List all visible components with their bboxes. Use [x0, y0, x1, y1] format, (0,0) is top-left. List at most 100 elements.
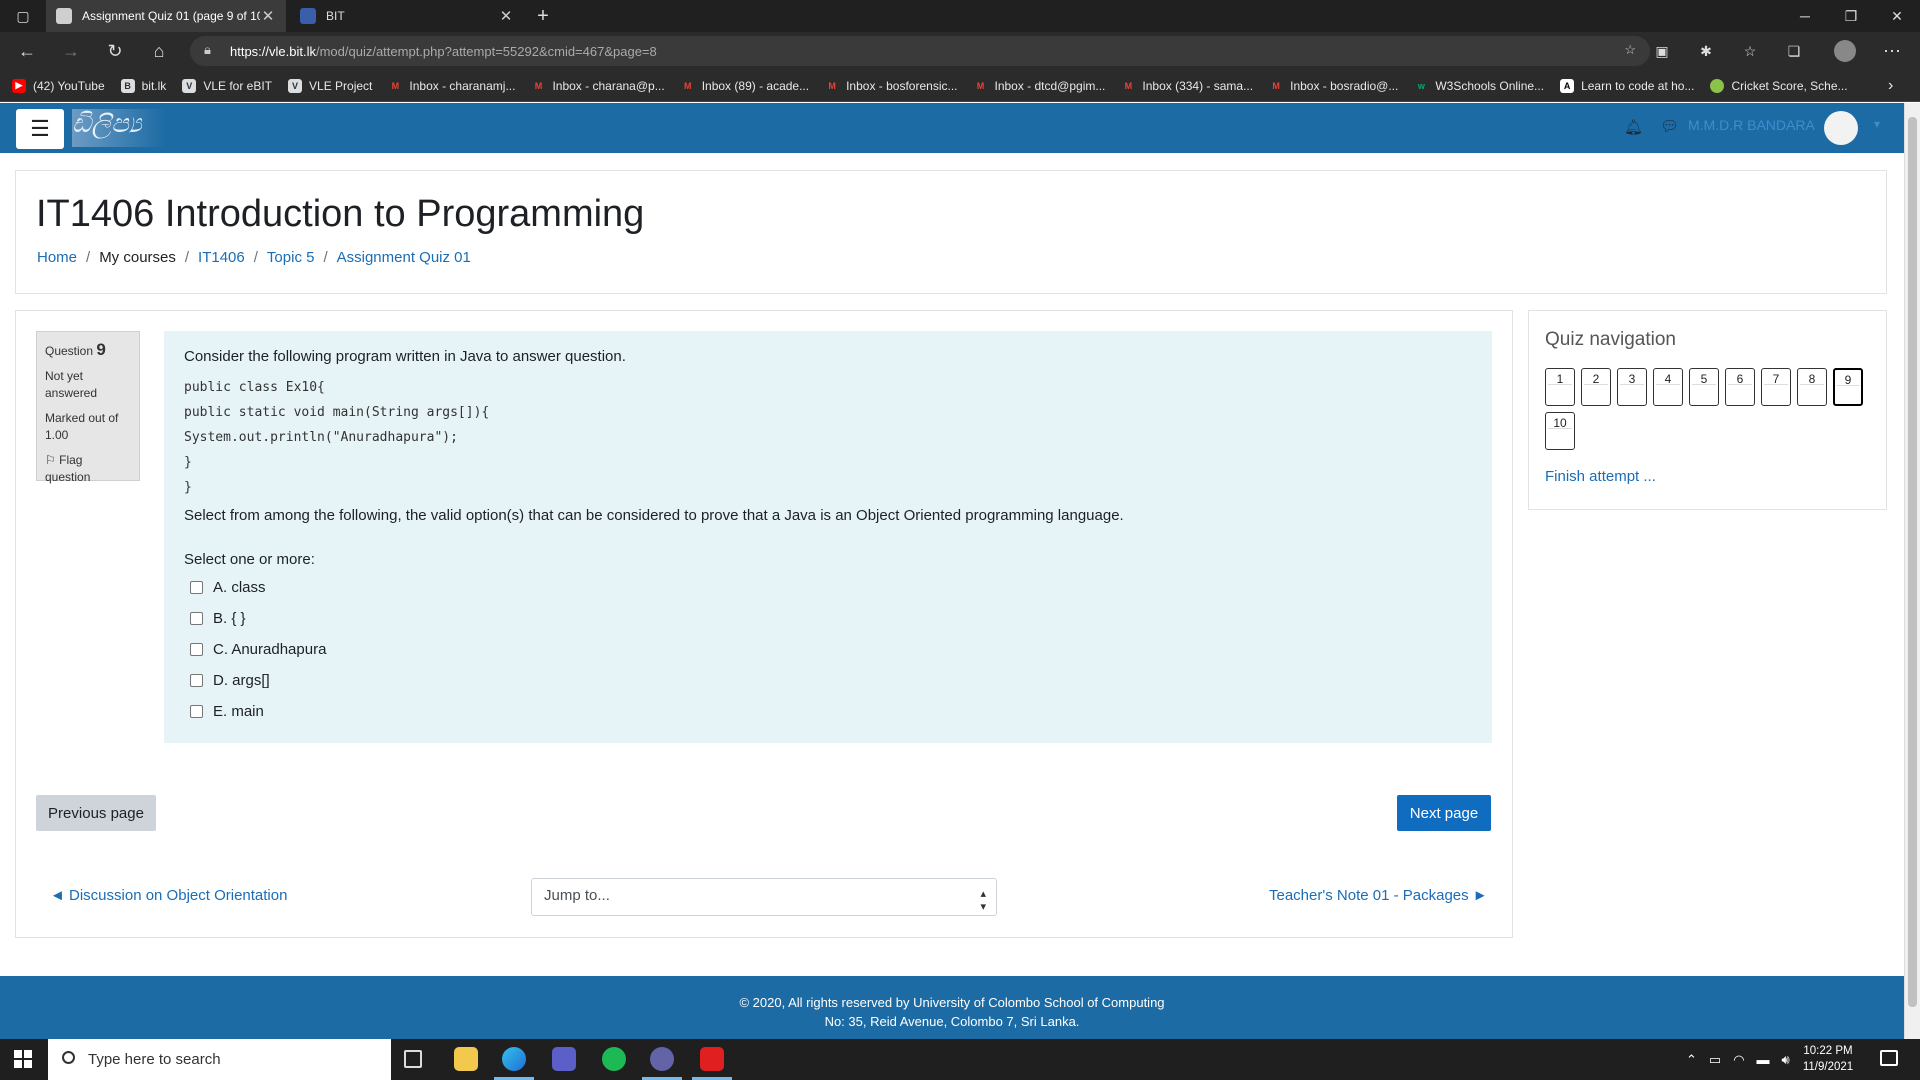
browser-title-bar: ▢ Assignment Quiz 01 (page 9 of 10) ✕ BI… [0, 0, 1920, 32]
profile-icon[interactable] [1828, 32, 1862, 70]
bookmark-vle-project[interactable]: V VLE Project [288, 78, 372, 93]
next-activity-link[interactable]: Teacher's Note 01 - Packages ► [1269, 887, 1488, 904]
quiz-nav-button-3[interactable]: 3 [1617, 368, 1647, 406]
reload-icon[interactable]: ↻ [98, 32, 132, 70]
breadcrumb-quiz[interactable]: Assignment Quiz 01 [337, 249, 471, 266]
teams-classic-icon[interactable] [650, 1047, 674, 1071]
more-bookmarks-icon[interactable]: › [1888, 77, 1893, 95]
task-view-icon[interactable] [404, 1050, 422, 1068]
close-tab-icon[interactable]: ✕ [498, 7, 514, 25]
quiz-nav-button-10[interactable]: 10 [1545, 412, 1575, 450]
volume-icon[interactable]: 🔊︎ [1782, 1052, 1790, 1068]
site-logo[interactable]: ඩිලිප්‍ය [72, 109, 166, 147]
quiz-nav-button-4[interactable]: 4 [1653, 368, 1683, 406]
wifi-icon[interactable]: ◠ [1733, 1052, 1744, 1068]
bookmark-gmail[interactable]: M Inbox (334) - sama... [1121, 79, 1253, 93]
address-bar[interactable]: 🔒︎ https://vle.bit.lk/mod/quiz/attempt.p… [190, 36, 1650, 66]
page-scrollbar[interactable] [1904, 103, 1920, 1039]
next-page-button[interactable]: Next page [1397, 795, 1491, 831]
back-icon[interactable]: ← [10, 32, 44, 70]
vle-icon: V [288, 78, 303, 93]
tab-actions-icon[interactable]: ▢ [0, 0, 46, 32]
finish-attempt-link[interactable]: Finish attempt ... [1545, 468, 1656, 485]
favorites-icon[interactable]: ☆ [1733, 32, 1767, 70]
bookmark-freecodecamp[interactable]: A Learn to code at ho... [1560, 78, 1694, 93]
quiz-nav-button-5[interactable]: 5 [1689, 368, 1719, 406]
puzzle-icon[interactable]: ✱ [1689, 32, 1723, 70]
bookmark-vle-ebit[interactable]: V VLE for eBIT [182, 78, 272, 93]
extension-icon[interactable]: ▣ [1645, 32, 1679, 70]
collections-icon[interactable]: ❏ [1777, 32, 1811, 70]
close-window-icon[interactable]: ✕ [1874, 0, 1920, 32]
bookmark-gmail[interactable]: M Inbox - charanamj... [388, 79, 516, 93]
chevron-down-icon[interactable]: ▾ [1874, 117, 1880, 131]
answer-option-c[interactable]: C. Anuradhapura [184, 634, 1472, 665]
menu-toggle-button[interactable]: ☰ [16, 109, 64, 149]
breadcrumb-home[interactable]: Home [37, 249, 77, 266]
jump-to-select[interactable]: Jump to... ▴ ▾ [531, 878, 997, 916]
quiz-nav-button-7[interactable]: 7 [1761, 368, 1791, 406]
breadcrumb-course[interactable]: IT1406 [198, 249, 245, 266]
quiz-nav-button-1[interactable]: 1 [1545, 368, 1575, 406]
acrobat-icon[interactable] [700, 1047, 724, 1071]
avatar[interactable] [1824, 111, 1858, 145]
checkbox[interactable] [190, 612, 203, 625]
checkbox[interactable] [190, 643, 203, 656]
add-favorite-icon[interactable]: ☆ [1624, 42, 1636, 58]
checkbox[interactable] [190, 674, 203, 687]
quiz-nav-button-2[interactable]: 2 [1581, 368, 1611, 406]
teams-icon[interactable] [552, 1047, 576, 1071]
question-state: Not yet answered [45, 369, 98, 400]
clock-time: 10:22 PM [1803, 1045, 1853, 1057]
restore-icon[interactable]: ❐ [1828, 0, 1874, 32]
chat-icon[interactable]: 💬︎ [1660, 117, 1679, 135]
bookmark-bitlk[interactable]: Bbit.lk [120, 78, 167, 93]
bookmark-gmail[interactable]: M Inbox - dtcd@pgim... [973, 79, 1106, 93]
bookmark-gmail[interactable]: M Inbox - bosforensic... [825, 79, 957, 93]
taskbar-search-input[interactable]: Type here to search [48, 1039, 391, 1080]
answer-option-a[interactable]: A. class [184, 572, 1472, 603]
battery-icon[interactable]: ▬ [1757, 1052, 1770, 1067]
notification-icon[interactable] [1880, 1050, 1898, 1066]
gmail-icon: M [828, 80, 836, 91]
user-name[interactable]: M.M.D.R BANDARA [1688, 117, 1815, 133]
flag-question-link[interactable]: ⚐ Flag question [45, 452, 131, 486]
new-tab-button[interactable]: + [520, 0, 566, 32]
close-tab-icon[interactable]: ✕ [260, 7, 276, 25]
edge-icon[interactable] [502, 1047, 526, 1071]
gmail-icon: M [976, 80, 985, 91]
bookmark-w3schools[interactable]: w W3Schools Online... [1414, 79, 1544, 93]
answer-option-e[interactable]: E. main [184, 696, 1472, 727]
bookmark-gmail[interactable]: M Inbox - bosradio@... [1269, 79, 1398, 93]
taskbar-clock[interactable]: 10:22 PM 11/9/2021 [1796, 1043, 1860, 1075]
tab-bit[interactable]: BIT ✕ [290, 0, 524, 32]
bookmark-youtube[interactable]: ▶ (42) YouTube [12, 78, 105, 93]
windows-start-icon[interactable] [14, 1050, 32, 1068]
minimize-icon[interactable]: ─ [1782, 0, 1828, 32]
bookmark-label: bit.lk [141, 78, 167, 93]
file-explorer-icon[interactable] [454, 1047, 478, 1071]
chevron-up-icon[interactable]: ⌃ [1686, 1052, 1697, 1068]
answer-option-b[interactable]: B. { } [184, 603, 1472, 634]
quiz-nav-button-8[interactable]: 8 [1797, 368, 1827, 406]
quiz-nav-button-6[interactable]: 6 [1725, 368, 1755, 406]
previous-page-button[interactable]: Previous page [36, 795, 156, 831]
tab-assignment-quiz[interactable]: Assignment Quiz 01 (page 9 of 10) ✕ [46, 0, 286, 32]
bookmark-cricket[interactable]: Cricket Score, Sche... [1710, 78, 1848, 93]
scrollbar-thumb[interactable] [1908, 117, 1917, 1007]
bookmark-gmail[interactable]: M Inbox - charana@p... [531, 79, 665, 93]
previous-activity-link[interactable]: ◄ Discussion on Object Orientation [50, 887, 287, 904]
home-icon[interactable]: ⌂ [142, 32, 176, 70]
bell-icon[interactable]: 🔔︎ [1624, 118, 1643, 136]
checkbox[interactable] [190, 581, 203, 594]
bookmark-gmail[interactable]: M Inbox (89) - acade... [681, 79, 809, 93]
answer-option-d[interactable]: D. args[] [184, 665, 1472, 696]
forward-icon[interactable]: → [54, 32, 88, 70]
breadcrumb-topic[interactable]: Topic 5 [267, 249, 315, 266]
more-icon[interactable]: ⋯ [1875, 32, 1909, 70]
checkbox[interactable] [190, 705, 203, 718]
quiz-nav-button-9-current[interactable]: 9 [1833, 368, 1863, 406]
spotify-icon[interactable] [602, 1047, 626, 1071]
select-label: Select one or more: [184, 551, 315, 568]
device-icon[interactable]: ▭ [1709, 1052, 1721, 1068]
